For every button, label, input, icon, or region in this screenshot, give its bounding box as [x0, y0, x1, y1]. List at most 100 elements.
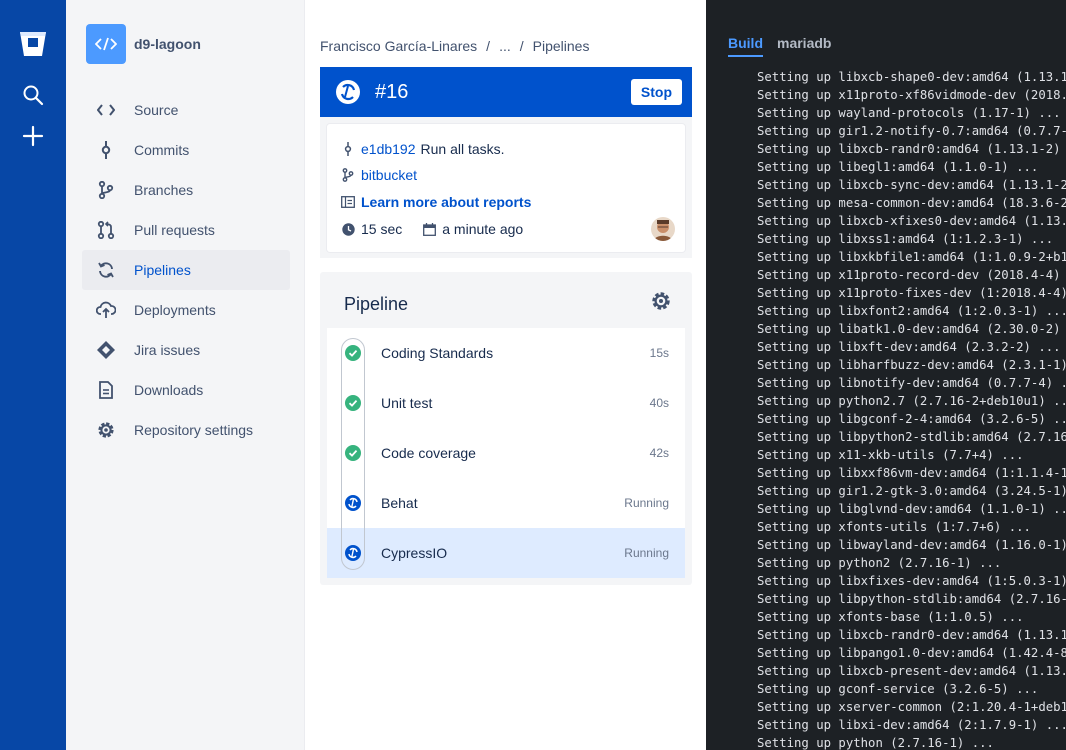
log-line: Setting up libxi-dev:amd64 (2:1.7.9-1) .…	[757, 718, 1066, 732]
log-line: Setting up xserver-common (2:1.20.4-1+de…	[757, 700, 1066, 714]
bitbucket-logo-icon[interactable]	[17, 28, 49, 60]
branch-link[interactable]: bitbucket	[361, 167, 417, 183]
gear-icon[interactable]	[650, 290, 672, 312]
sidebar-item-downloads[interactable]: Downloads	[82, 370, 290, 410]
log-line: Setting up python (2.7.16-1) ...	[757, 736, 994, 750]
step-behat[interactable]: Behat Running	[327, 478, 685, 528]
log-line: Setting up libxfont2:amd64 (1:2.0.3-1) .…	[757, 304, 1066, 318]
breadcrumb-owner[interactable]: Francisco García-Linares	[320, 38, 477, 54]
step-time: Running	[624, 496, 669, 510]
run-summary-card: e1db192 Run all tasks. bitbucket Learn m…	[320, 117, 692, 258]
breadcrumb-separator: /	[486, 38, 491, 54]
log-line: Setting up libnotify-dev:amd64 (0.7.7-4)…	[757, 376, 1066, 390]
step-coding-standards[interactable]: Coding Standards 15s	[327, 328, 685, 378]
global-nav	[0, 0, 66, 750]
log-line: Setting up libharfbuzz-dev:amd64 (2.3.1-…	[757, 358, 1066, 372]
sidebar-item-label: Source	[134, 102, 179, 118]
run-header: #16 Stop	[320, 67, 692, 117]
sidebar-item-label: Pull requests	[134, 222, 215, 238]
log-line: Setting up libwayland-dev:amd64 (1.16.0-…	[757, 538, 1066, 552]
log-line: Setting up libegl1:amd64 (1.1.0-1) ...	[757, 160, 1039, 174]
log-line: Setting up x11proto-xf86vidmode-dev (201…	[757, 88, 1066, 102]
log-line: Setting up libxxf86vm-dev:amd64 (1:1.1.4…	[757, 466, 1066, 480]
sidebar-nav: Source Commits Branches Pull requests Pi…	[82, 90, 290, 450]
gear-icon	[96, 420, 116, 440]
log-line: Setting up xfonts-base (1:1.0.5) ...	[757, 610, 1024, 624]
sidebar-item-pull-requests[interactable]: Pull requests	[82, 210, 290, 250]
step-track	[341, 338, 365, 570]
sidebar-item-commits[interactable]: Commits	[82, 130, 290, 170]
step-time: 40s	[649, 396, 669, 410]
sidebar-item-deployments[interactable]: Deployments	[82, 290, 290, 330]
log-line: Setting up x11proto-record-dev (2018.4-4…	[757, 268, 1066, 282]
log-panel: Build mariadb Setting up libxcb-shape0-d…	[706, 0, 1066, 750]
clock-icon	[341, 222, 355, 236]
step-code-coverage[interactable]: Code coverage 42s	[327, 428, 685, 478]
sidebar-item-label: Deployments	[134, 302, 216, 318]
sidebar-item-label: Downloads	[134, 382, 204, 398]
step-unit-test[interactable]: Unit test 40s	[327, 378, 685, 428]
timing-row: 15 sec a minute ago	[341, 221, 523, 237]
log-line: Setting up libxcb-randr0-dev:amd64 (1.13…	[757, 628, 1066, 642]
pull-request-icon	[96, 220, 116, 240]
log-line: Setting up libxcb-sync-dev:amd64 (1.13.1…	[757, 178, 1066, 192]
sidebar-item-label: Branches	[134, 182, 194, 198]
downloads-icon	[96, 380, 116, 400]
repo-header[interactable]: d9-lagoon	[86, 24, 201, 64]
breadcrumb-separator: /	[519, 38, 524, 54]
reports-icon	[341, 195, 355, 209]
breadcrumb-ellipsis[interactable]: ...	[499, 38, 511, 54]
project-sidebar: d9-lagoon Source Commits Branches Pull r…	[66, 0, 305, 750]
pipeline-main: Francisco García-Linares /... / Pipelines #…	[305, 0, 706, 750]
calendar-icon	[422, 222, 436, 236]
pipeline-steps: Coding Standards 15s Unit test 40s Code …	[327, 328, 685, 578]
run-started: a minute ago	[442, 221, 524, 237]
log-line: Setting up gconf-service (3.2.6-5) ...	[757, 682, 1039, 696]
step-cypressio[interactable]: CypressIO Running	[327, 528, 685, 578]
step-name: CypressIO	[381, 545, 448, 561]
log-line: Setting up wayland-protocols (1.17-1) ..…	[757, 106, 1061, 120]
sidebar-item-source[interactable]: Source	[82, 90, 290, 130]
branch-icon	[96, 180, 116, 200]
learn-reports-link[interactable]: Learn more about reports	[361, 194, 531, 210]
log-line: Setting up libxcb-present-dev:amd64 (1.1…	[757, 664, 1066, 678]
log-line: Setting up libxss1:amd64 (1:1.2.3-1) ...	[757, 232, 1054, 246]
sidebar-item-branches[interactable]: Branches	[82, 170, 290, 210]
breadcrumb-pipelines[interactable]: Pipelines	[533, 38, 590, 54]
deployments-icon	[96, 300, 116, 320]
create-icon[interactable]	[17, 120, 49, 152]
log-line: Setting up libpango1.0-dev:amd64 (1.42.4…	[757, 646, 1066, 660]
sidebar-item-label: Jira issues	[134, 342, 201, 358]
log-line: Setting up xfonts-utils (1:7.7+6) ...	[757, 520, 1031, 534]
commit-hash-link[interactable]: e1db192	[361, 141, 416, 157]
tab-mariadb[interactable]: mariadb	[777, 35, 831, 57]
log-line: Setting up libatk1.0-dev:amd64 (2.30.0-2…	[757, 322, 1066, 336]
sidebar-item-jira-issues[interactable]: Jira issues	[82, 330, 290, 370]
pipeline-title: Pipeline	[344, 294, 409, 314]
commit-icon	[96, 140, 116, 160]
log-line: Setting up libxcb-randr0:amd64 (1.13.1-2…	[757, 142, 1066, 156]
sidebar-item-label: Pipelines	[134, 262, 191, 278]
commit-message: Run all tasks.	[420, 141, 505, 157]
sidebar-item-pipelines[interactable]: Pipelines	[82, 250, 290, 290]
step-time: Running	[624, 546, 669, 560]
commit-icon	[341, 142, 355, 156]
step-name: Coding Standards	[381, 345, 494, 361]
build-log: Setting up libxcb-shape0-dev:amd64 (1.13…	[757, 68, 1066, 750]
branch-icon	[341, 168, 355, 182]
log-line: Setting up python2 (2.7.16-1) ...	[757, 556, 1002, 570]
search-icon[interactable]	[17, 79, 49, 111]
log-line: Setting up gir1.2-notify-0.7:amd64 (0.7.…	[757, 124, 1066, 138]
sidebar-item-repository-settings[interactable]: Repository settings	[82, 410, 290, 450]
run-duration: 15 sec	[361, 221, 403, 237]
breadcrumb: Francisco García-Linares /... / Pipelines	[320, 38, 589, 54]
stop-button[interactable]: Stop	[630, 79, 682, 105]
run-number: #16	[375, 80, 409, 103]
tab-build[interactable]: Build	[728, 35, 763, 57]
log-line: Setting up libxcb-shape0-dev:amd64 (1.13…	[757, 70, 1066, 84]
avatar[interactable]	[651, 217, 675, 241]
log-line: Setting up libpython-stdlib:amd64 (2.7.1…	[757, 592, 1066, 606]
sidebar-item-label: Repository settings	[134, 422, 254, 438]
reports-row: Learn more about reports	[341, 194, 531, 210]
log-line: Setting up libgconf-2-4:amd64 (3.2.6-5) …	[757, 412, 1066, 426]
